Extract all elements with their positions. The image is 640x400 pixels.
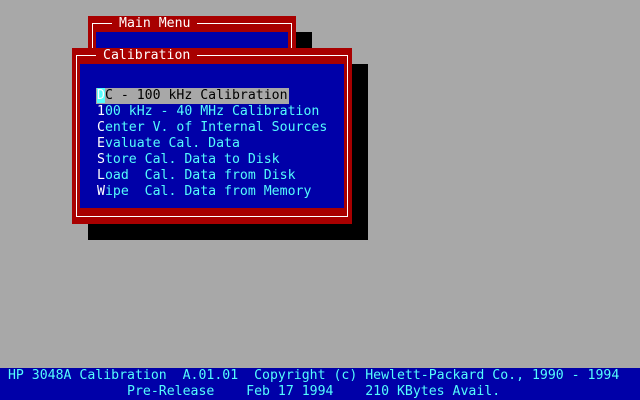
calibration-menu-item[interactable]: 100 kHz - 40 MHz Calibration — [96, 104, 320, 120]
calibration-menu-item[interactable]: Center V. of Internal Sources — [96, 120, 328, 136]
menu-item-hotkey: 1 — [97, 104, 105, 119]
menu-item-hotkey: S — [97, 152, 105, 167]
calibration-title: Calibration — [96, 48, 198, 64]
menu-item-label: ipe Cal. Data from Memory — [104, 184, 312, 199]
menu-item-label: enter V. of Internal Sources — [104, 120, 328, 135]
menu-item-hotkey: E — [97, 136, 105, 151]
main-menu-window: Main Menu — [88, 16, 296, 48]
calibration-menu-item[interactable]: DC - 100 kHz Calibration — [96, 88, 289, 104]
calibration-menu-item[interactable]: Store Cal. Data to Disk — [96, 152, 281, 168]
menu-item-hotkey: W — [97, 184, 105, 199]
calibration-menu-item[interactable]: Wipe Cal. Data from Memory — [96, 184, 312, 200]
calibration-menu-item[interactable]: Load Cal. Data from Disk — [96, 168, 297, 184]
menu-item-hotkey: D — [97, 88, 105, 103]
calibration-window: DC - 100 kHz Calibration 100 kHz - 40 MHz… — [72, 48, 352, 224]
calibration-panel: DC - 100 kHz Calibration 100 kHz - 40 MHz… — [80, 64, 344, 208]
menu-item-label: C - 100 kHz Calibration — [104, 88, 288, 103]
main-menu-title: Main Menu — [112, 16, 198, 32]
status-line-release: Pre-Release Feb 17 1994 210 KBytes Avail… — [0, 384, 640, 400]
menu-item-label: valuate Cal. Data — [104, 136, 240, 151]
status-line-copyright: HP 3048A Calibration A.01.01 Copyright (… — [0, 368, 640, 384]
menu-item-label: tore Cal. Data to Disk — [104, 152, 280, 167]
menu-item-label: 00 kHz - 40 MHz Calibration — [104, 104, 320, 119]
calibration-menu-item[interactable]: Evaluate Cal. Data — [96, 136, 241, 152]
main-menu-panel — [96, 32, 288, 48]
menu-item-hotkey: C — [97, 120, 105, 135]
menu-item-hotkey: L — [97, 168, 105, 183]
menu-item-label: oad Cal. Data from Disk — [104, 168, 296, 183]
